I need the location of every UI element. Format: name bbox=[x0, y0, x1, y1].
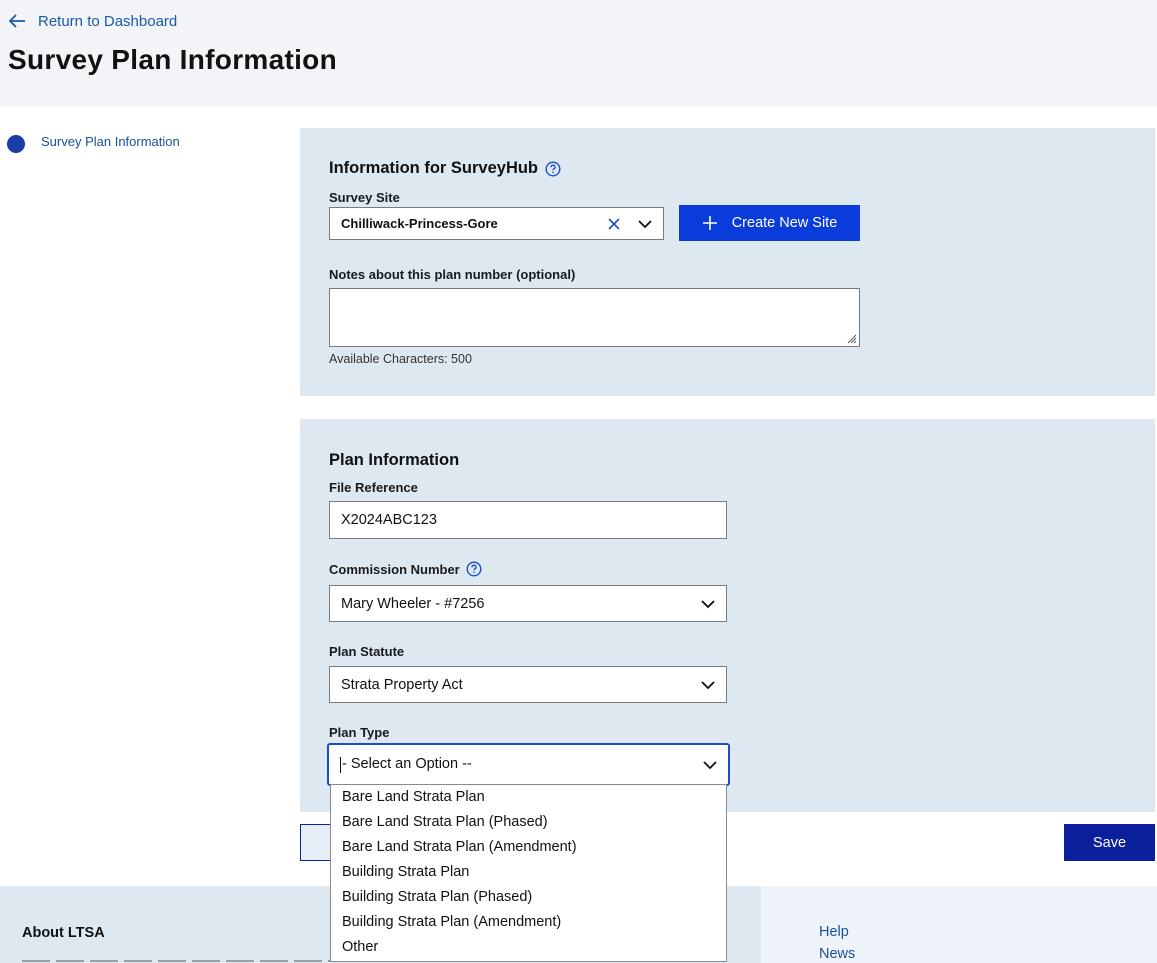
plan-type-option[interactable]: Other bbox=[331, 935, 726, 960]
chevron-down-icon bbox=[698, 680, 718, 690]
footer-link-news[interactable]: News bbox=[819, 946, 855, 962]
commission-number-heading: Commission Number bbox=[329, 561, 482, 577]
chevron-down-icon bbox=[700, 760, 720, 770]
save-button[interactable]: Save bbox=[1064, 824, 1155, 861]
file-reference-value: X2024ABC123 bbox=[341, 512, 437, 528]
plan-statute-select[interactable]: Strata Property Act bbox=[329, 666, 727, 703]
chevron-down-icon[interactable] bbox=[635, 219, 655, 229]
help-circle-icon[interactable] bbox=[466, 561, 482, 577]
commission-number-select[interactable]: Mary Wheeler - #7256 bbox=[329, 585, 727, 622]
plan-type-option[interactable]: Building Strata Plan bbox=[331, 860, 726, 885]
help-circle-icon[interactable] bbox=[545, 160, 561, 177]
notes-textarea[interactable] bbox=[329, 288, 860, 347]
return-to-dashboard-link[interactable]: Return to Dashboard bbox=[8, 10, 177, 32]
survey-site-value: Chilliwack-Princess-Gore bbox=[341, 216, 498, 231]
plan-statute-value: Strata Property Act bbox=[341, 676, 463, 693]
available-characters-text: Available Characters: 500 bbox=[329, 352, 472, 366]
sidebar-item-survey-plan-information[interactable]: Survey Plan Information bbox=[41, 134, 180, 149]
return-to-dashboard-label: Return to Dashboard bbox=[38, 12, 178, 30]
plan-type-select[interactable]: - Select an Option -- bbox=[327, 743, 730, 786]
plan-type-dropdown-list: Bare Land Strata Plan Bare Land Strata P… bbox=[330, 784, 727, 962]
plan-type-label: Plan Type bbox=[329, 725, 390, 740]
plan-type-option[interactable]: Bare Land Strata Plan bbox=[331, 785, 726, 810]
footer-link-help[interactable]: Help bbox=[819, 924, 849, 940]
resize-grip-icon[interactable] bbox=[845, 332, 857, 344]
plan-type-option[interactable]: Building Strata Plan (Amendment) bbox=[331, 910, 726, 935]
plus-icon bbox=[702, 216, 717, 230]
arrow-left-icon bbox=[8, 14, 25, 28]
step-indicator-dot bbox=[7, 135, 25, 153]
file-reference-label: File Reference bbox=[329, 480, 418, 495]
create-new-site-label: Create New Site bbox=[731, 215, 838, 231]
plan-information-title: Plan Information bbox=[329, 451, 460, 469]
clear-x-icon[interactable] bbox=[607, 217, 621, 231]
commission-number-label: Commission Number bbox=[329, 561, 460, 577]
notes-label: Notes about this plan number (optional) bbox=[329, 267, 576, 282]
chevron-down-icon bbox=[698, 599, 718, 609]
plan-type-option[interactable]: Building Strata Plan (Phased) bbox=[331, 885, 726, 910]
surveyhub-title: Information for SurveyHub bbox=[329, 159, 539, 177]
plan-type-value: - Select an Option -- bbox=[340, 756, 472, 773]
file-reference-input[interactable]: X2024ABC123 bbox=[329, 501, 727, 539]
plan-type-option[interactable]: Bare Land Strata Plan (Amendment) bbox=[331, 835, 726, 860]
page-title: Survey Plan Information bbox=[8, 44, 337, 75]
surveyhub-heading: Information for SurveyHub bbox=[329, 159, 561, 178]
commission-number-value: Mary Wheeler - #7256 bbox=[341, 595, 485, 612]
plan-type-option[interactable]: Bare Land Strata Plan (Phased) bbox=[331, 810, 726, 835]
survey-site-select[interactable]: Chilliwack-Princess-Gore bbox=[329, 207, 664, 240]
about-ltsa-title: About LTSA bbox=[22, 925, 105, 941]
create-new-site-button[interactable]: Create New Site bbox=[679, 205, 860, 241]
survey-site-label: Survey Site bbox=[329, 190, 400, 205]
plan-statute-label: Plan Statute bbox=[329, 644, 405, 659]
